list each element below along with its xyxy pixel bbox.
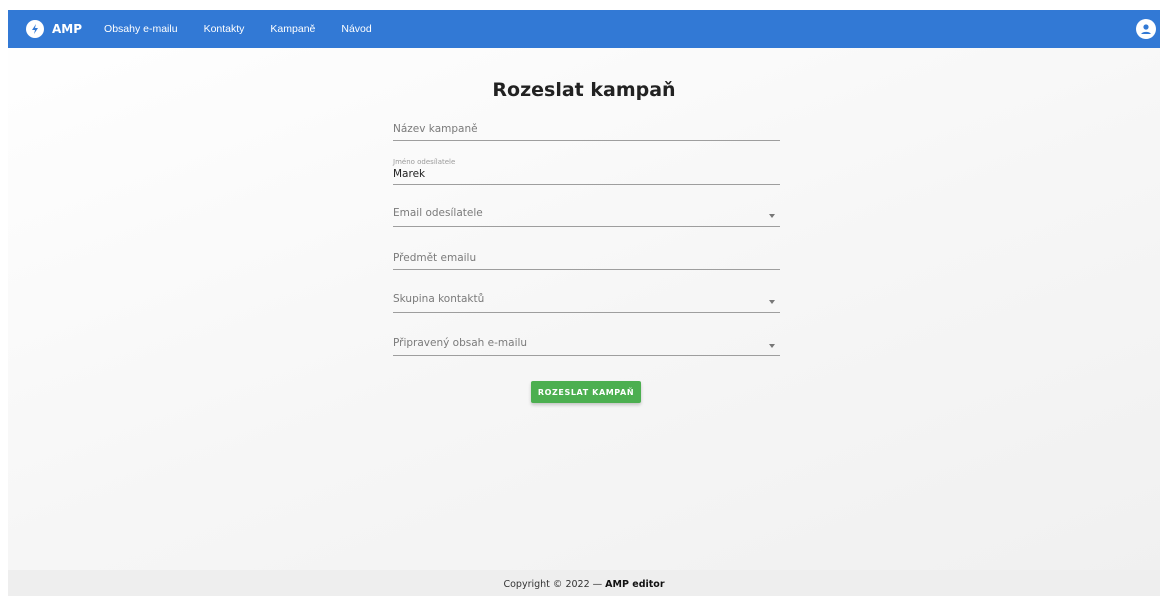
nav-link-contacts[interactable]: Kontakty: [204, 23, 245, 35]
campaign-name-placeholder: Název kampaně: [393, 123, 478, 135]
account-circle-icon[interactable]: [1136, 19, 1156, 39]
footer: Copyright © 2022 — AMP editor: [8, 570, 1160, 596]
nav-link-campaigns[interactable]: Kampaně: [270, 23, 315, 35]
chevron-down-icon: [769, 300, 775, 304]
sender-email-placeholder: Email odesílatele: [393, 207, 483, 219]
subject-field[interactable]: Předmět emailu: [393, 246, 780, 270]
sender-name-value: Marek: [393, 168, 426, 180]
navbar: AMP Obsahy e-mailu Kontakty Kampaně Návo…: [8, 10, 1160, 48]
bolt-icon: [26, 20, 44, 38]
chevron-down-icon: [769, 344, 775, 348]
brand-link[interactable]: AMP: [26, 20, 82, 38]
sender-name-field[interactable]: Jméno odesílatele Marek: [393, 156, 780, 185]
footer-copyright: Copyright © 2022 —: [503, 579, 606, 590]
sender-name-label: Jméno odesílatele: [393, 158, 456, 166]
brand-label: AMP: [52, 22, 83, 36]
prepared-content-select[interactable]: Připravený obsah e-mailu: [393, 332, 780, 356]
page-title: Rozeslat kampaň: [492, 79, 676, 101]
send-campaign-button[interactable]: ROZESLAT KAMPAŇ: [531, 381, 641, 403]
contact-group-select[interactable]: Skupina kontaktů: [393, 289, 780, 313]
contact-group-placeholder: Skupina kontaktů: [393, 293, 485, 305]
subject-placeholder: Předmět emailu: [393, 252, 477, 264]
chevron-down-icon: [769, 214, 775, 218]
nav-link-guide[interactable]: Návod: [341, 23, 371, 35]
footer-brand: AMP editor: [605, 579, 665, 590]
nav-link-email-contents[interactable]: Obsahy e-mailu: [104, 23, 178, 35]
campaign-name-field[interactable]: Název kampaně: [393, 116, 780, 141]
sender-email-select[interactable]: Email odesílatele: [393, 202, 780, 227]
page: AMP Obsahy e-mailu Kontakty Kampaně Návo…: [8, 10, 1160, 596]
prepared-content-placeholder: Připravený obsah e-mailu: [393, 337, 528, 349]
